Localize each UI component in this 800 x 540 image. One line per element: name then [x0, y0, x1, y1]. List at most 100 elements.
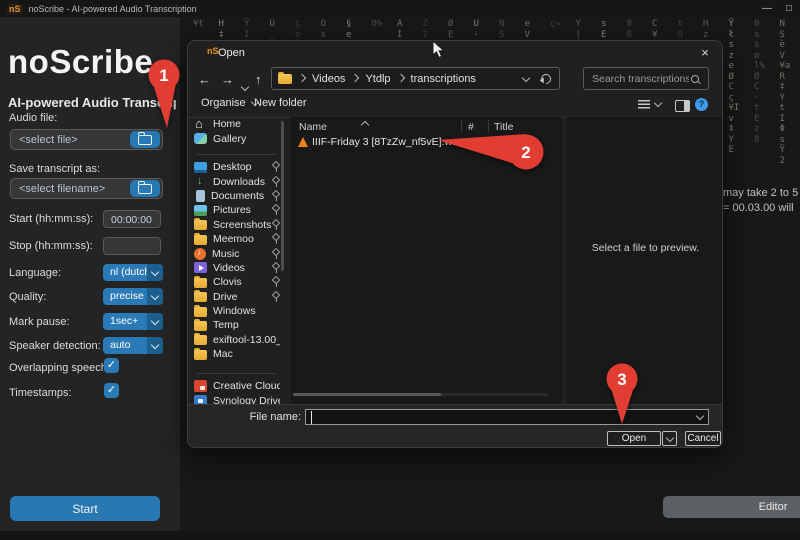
- nav-item-label: Mac: [213, 348, 233, 360]
- pin-icon: [271, 234, 280, 244]
- search-box[interactable]: [583, 67, 709, 90]
- chevron-down-icon[interactable]: [147, 264, 163, 281]
- open-split-chevron-icon[interactable]: [662, 431, 677, 446]
- dialog-nav-item[interactable]: Desktop: [194, 160, 280, 174]
- overlapping-speech-label: Overlapping speech:: [9, 362, 110, 374]
- nav-item-label: Downloads: [213, 176, 265, 188]
- organise-menu[interactable]: Organise: [201, 97, 258, 109]
- breadcrumb-segment[interactable]: transcriptions: [411, 73, 476, 85]
- nav-item-icon: [194, 118, 207, 130]
- editor-button[interactable]: Editor: [663, 496, 800, 518]
- preview-pane-button[interactable]: [675, 100, 690, 112]
- marker-2-number: 2: [521, 143, 530, 162]
- marker-1-number: 1: [159, 66, 168, 85]
- dialog-nav-item[interactable]: Windows: [194, 304, 280, 318]
- pin-icon: [271, 205, 280, 215]
- dialog-nav-item[interactable]: Gallery: [194, 131, 280, 145]
- dialog-nav-item[interactable]: Documents: [194, 189, 280, 203]
- close-icon[interactable]: ×: [694, 44, 716, 62]
- start-button[interactable]: Start: [10, 496, 160, 521]
- nav-item-label: exiftool-13.00_64: [213, 334, 280, 346]
- dialog-title-bar[interactable]: nS Open ×: [188, 41, 723, 66]
- new-folder-button[interactable]: New folder: [254, 97, 307, 109]
- file-name-combobox[interactable]: [305, 409, 709, 425]
- nav-item-label: Temp: [213, 319, 239, 331]
- stop-time-input[interactable]: [103, 237, 161, 255]
- mark-pause-label: Mark pause:: [9, 316, 70, 328]
- dialog-title: Open: [218, 47, 245, 59]
- preview-pane: Select a file to preview.: [567, 117, 723, 404]
- scrollbar-thumb[interactable]: [293, 393, 441, 396]
- chevron-down-icon[interactable]: [147, 288, 163, 305]
- dialog-nav-item[interactable]: Videos: [194, 261, 280, 275]
- start-time-input[interactable]: 00:00:00: [103, 210, 161, 228]
- mark-pause-dropdown[interactable]: 1sec+: [103, 313, 163, 330]
- dialog-nav-item[interactable]: Drive: [194, 290, 280, 304]
- vlc-file-icon: [298, 137, 308, 147]
- save-as-entry[interactable]: <select filename>: [10, 178, 163, 199]
- search-input[interactable]: [590, 72, 691, 86]
- nav-item-icon: [194, 350, 207, 360]
- quality-label: Quality:: [9, 291, 46, 303]
- breadcrumb-segment[interactable]: Videos: [312, 73, 345, 85]
- dialog-nav-item[interactable]: exiftool-13.00_64: [194, 333, 280, 347]
- quality-dropdown[interactable]: precise: [103, 288, 163, 305]
- overlapping-speech-checkbox[interactable]: [104, 358, 119, 373]
- nav-separator: [197, 154, 277, 155]
- speaker-detection-dropdown[interactable]: auto: [103, 337, 163, 354]
- nav-scrollbar[interactable]: [281, 121, 284, 271]
- title-bar[interactable]: nS noScribe - AI-powered Audio Transcrip…: [0, 0, 800, 17]
- address-dropdown-chevron-icon[interactable]: [522, 73, 530, 81]
- dialog-nav-item[interactable]: Creative Cloud Fil: [194, 379, 280, 393]
- dialog-nav-item[interactable]: Music: [194, 246, 280, 260]
- matrix-column: 0ssøl%ØC·tEz8: [754, 19, 761, 145]
- save-as-browse-button[interactable]: [130, 180, 160, 197]
- help-button[interactable]: [695, 98, 708, 111]
- pin-icon: [271, 249, 280, 259]
- refresh-icon[interactable]: [539, 71, 553, 85]
- language-label: Language:: [9, 267, 61, 279]
- breadcrumb[interactable]: Videos Ytdlp transcriptions: [271, 67, 560, 90]
- dialog-nav-item[interactable]: Synology Drive - I: [194, 393, 280, 404]
- forward-icon[interactable]: →: [221, 72, 234, 87]
- up-icon[interactable]: ↑: [255, 72, 262, 87]
- nav-item-label: Videos: [213, 262, 245, 274]
- audio-file-entry[interactable]: <select file>: [10, 129, 163, 150]
- open-button[interactable]: Open: [607, 431, 661, 446]
- dialog-nav-item[interactable]: Meemoo: [194, 232, 280, 246]
- timestamps-checkbox[interactable]: [104, 383, 119, 398]
- annotation-marker-1: 1: [145, 58, 185, 130]
- view-mode-chevron-icon[interactable]: [655, 102, 661, 106]
- chevron-down-icon[interactable]: [147, 337, 163, 354]
- dialog-nav-item[interactable]: Screenshots: [194, 218, 280, 232]
- matrix-column: ŸłszeØCç¥Iv‡YE: [729, 19, 736, 156]
- maximize-button[interactable]: □: [786, 3, 792, 14]
- audio-file-browse-button[interactable]: [130, 131, 160, 148]
- view-mode-button[interactable]: [638, 100, 650, 110]
- minimize-button[interactable]: —: [762, 3, 772, 14]
- language-dropdown[interactable]: nl (dutch): [103, 264, 163, 281]
- chevron-down-icon[interactable]: [147, 313, 163, 330]
- matrix-column: U·: [474, 19, 481, 40]
- folder-open-icon: [138, 135, 152, 145]
- log-line: = 00.03.00 will: [723, 202, 794, 214]
- matrix-column: ØE: [448, 19, 455, 40]
- column-header-name[interactable]: Name: [299, 121, 327, 133]
- dialog-nav-item[interactable]: Temp: [194, 318, 280, 332]
- nav-item-icon: [194, 133, 207, 144]
- chevron-down-icon[interactable]: [696, 412, 704, 420]
- start-time-label: Start (hh:mm:ss):: [9, 213, 93, 225]
- cancel-button[interactable]: Cancel: [685, 431, 721, 446]
- dialog-nav-item[interactable]: Home: [194, 117, 280, 131]
- dialog-nav-item[interactable]: Clovis: [194, 275, 280, 289]
- nav-item-label: Windows: [213, 305, 256, 317]
- horizontal-scrollbar[interactable]: [293, 393, 548, 396]
- matrix-column: H‡: [219, 19, 226, 40]
- back-icon[interactable]: ←: [198, 72, 211, 87]
- log-line: may take 2 to 5 tim: [723, 187, 800, 199]
- sort-ascending-icon[interactable]: [362, 115, 368, 133]
- dialog-nav-item[interactable]: Downloads: [194, 174, 280, 188]
- dialog-nav-item[interactable]: Pictures: [194, 203, 280, 217]
- breadcrumb-segment[interactable]: Ytdlp: [365, 73, 390, 85]
- dialog-nav-item[interactable]: Mac: [194, 347, 280, 361]
